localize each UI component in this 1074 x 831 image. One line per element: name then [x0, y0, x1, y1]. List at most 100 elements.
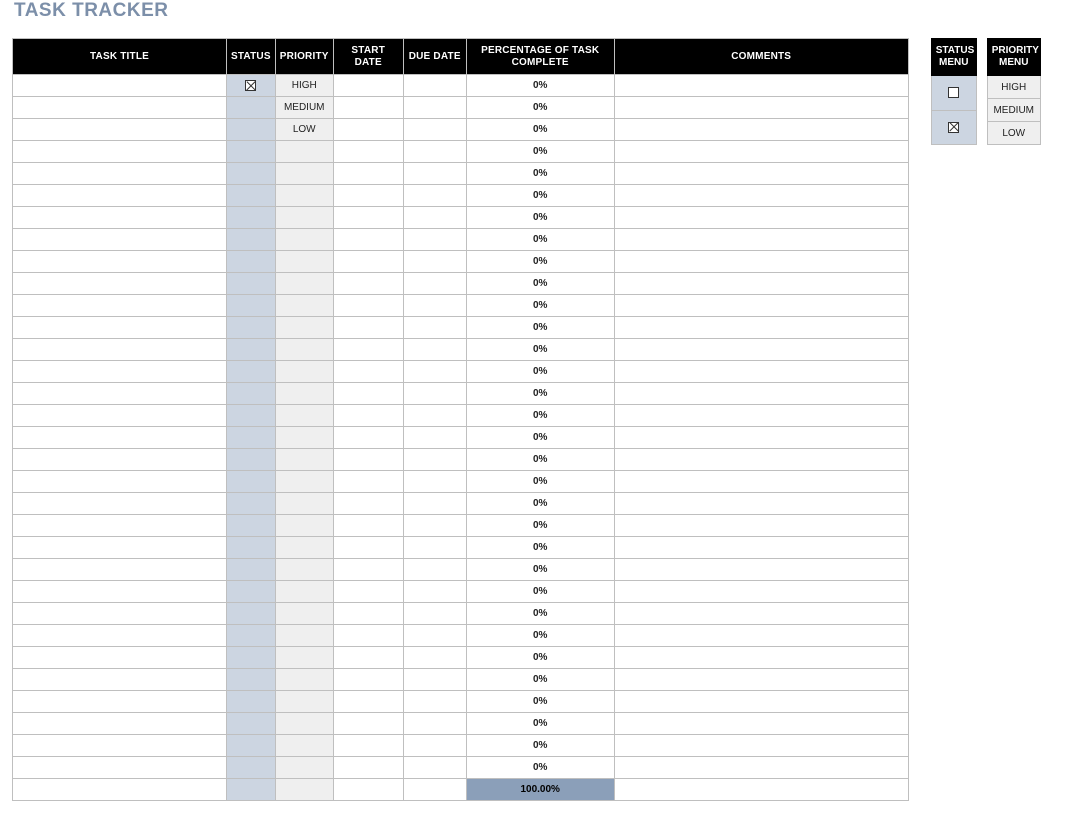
start-date-cell[interactable] [333, 339, 403, 361]
task-title-cell[interactable] [13, 317, 227, 339]
start-date-cell[interactable] [333, 449, 403, 471]
due-date-cell[interactable] [403, 251, 466, 273]
priority-cell[interactable] [275, 691, 333, 713]
priority-cell[interactable] [275, 449, 333, 471]
priority-cell[interactable] [275, 339, 333, 361]
comments-cell[interactable] [614, 735, 908, 757]
pct-complete-cell[interactable]: 0% [466, 207, 614, 229]
comments-cell[interactable] [614, 75, 908, 97]
task-title-cell[interactable] [13, 603, 227, 625]
due-date-cell[interactable] [403, 603, 466, 625]
pct-complete-cell[interactable]: 0% [466, 273, 614, 295]
priority-cell[interactable] [275, 515, 333, 537]
comments-cell[interactable] [614, 339, 908, 361]
task-title-cell[interactable] [13, 405, 227, 427]
task-title-cell[interactable] [13, 559, 227, 581]
status-cell[interactable] [227, 581, 276, 603]
start-date-cell[interactable] [333, 757, 403, 779]
start-date-cell[interactable] [333, 119, 403, 141]
start-date-cell[interactable] [333, 603, 403, 625]
start-date-cell[interactable] [333, 141, 403, 163]
status-cell[interactable] [227, 669, 276, 691]
due-date-cell[interactable] [403, 735, 466, 757]
start-date-cell[interactable] [333, 625, 403, 647]
comments-cell[interactable] [614, 383, 908, 405]
pct-complete-cell[interactable]: 0% [466, 97, 614, 119]
due-date-cell[interactable] [403, 97, 466, 119]
task-title-cell[interactable] [13, 757, 227, 779]
comments-cell[interactable] [614, 669, 908, 691]
task-title-cell[interactable] [13, 295, 227, 317]
status-cell[interactable] [227, 251, 276, 273]
pct-complete-cell[interactable]: 0% [466, 75, 614, 97]
status-cell[interactable] [227, 427, 276, 449]
due-date-cell[interactable] [403, 713, 466, 735]
priority-menu-item[interactable]: HIGH [987, 76, 1040, 99]
start-date-cell[interactable] [333, 207, 403, 229]
status-cell[interactable] [227, 383, 276, 405]
task-title-cell[interactable] [13, 581, 227, 603]
priority-cell[interactable] [275, 581, 333, 603]
task-title-cell[interactable] [13, 691, 227, 713]
start-date-cell[interactable] [333, 383, 403, 405]
status-cell[interactable] [227, 625, 276, 647]
task-title-cell[interactable] [13, 251, 227, 273]
priority-cell[interactable] [275, 361, 333, 383]
start-date-cell[interactable] [333, 581, 403, 603]
comments-cell[interactable] [614, 295, 908, 317]
start-date-cell[interactable] [333, 163, 403, 185]
priority-cell[interactable]: HIGH [275, 75, 333, 97]
start-date-cell[interactable] [333, 75, 403, 97]
comments-cell[interactable] [614, 493, 908, 515]
task-title-cell[interactable] [13, 625, 227, 647]
pct-complete-cell[interactable]: 0% [466, 317, 614, 339]
pct-complete-cell[interactable]: 0% [466, 515, 614, 537]
start-date-cell[interactable] [333, 361, 403, 383]
status-cell[interactable] [227, 559, 276, 581]
due-date-cell[interactable] [403, 229, 466, 251]
start-date-cell[interactable] [333, 427, 403, 449]
comments-cell[interactable] [614, 625, 908, 647]
comments-cell[interactable] [614, 537, 908, 559]
start-date-cell[interactable] [333, 251, 403, 273]
priority-cell[interactable] [275, 383, 333, 405]
pct-complete-cell[interactable]: 0% [466, 713, 614, 735]
pct-complete-cell[interactable]: 0% [466, 493, 614, 515]
task-title-cell[interactable] [13, 273, 227, 295]
task-title-cell[interactable] [13, 493, 227, 515]
priority-cell[interactable]: MEDIUM [275, 97, 333, 119]
due-date-cell[interactable] [403, 317, 466, 339]
due-date-cell[interactable] [403, 339, 466, 361]
pct-complete-cell[interactable]: 0% [466, 757, 614, 779]
comments-cell[interactable] [614, 251, 908, 273]
total-comments-cell[interactable] [614, 779, 908, 801]
comments-cell[interactable] [614, 603, 908, 625]
priority-cell[interactable] [275, 537, 333, 559]
status-cell[interactable] [227, 339, 276, 361]
task-title-cell[interactable] [13, 537, 227, 559]
comments-cell[interactable] [614, 207, 908, 229]
task-title-cell[interactable] [13, 713, 227, 735]
pct-complete-cell[interactable]: 0% [466, 405, 614, 427]
priority-cell[interactable] [275, 163, 333, 185]
status-cell[interactable] [227, 493, 276, 515]
status-cell[interactable] [227, 757, 276, 779]
priority-cell[interactable] [275, 647, 333, 669]
priority-cell[interactable] [275, 295, 333, 317]
start-date-cell[interactable] [333, 405, 403, 427]
task-title-cell[interactable] [13, 471, 227, 493]
status-cell[interactable] [227, 449, 276, 471]
comments-cell[interactable] [614, 361, 908, 383]
priority-cell[interactable] [275, 141, 333, 163]
task-title-cell[interactable] [13, 427, 227, 449]
priority-cell[interactable] [275, 251, 333, 273]
due-date-cell[interactable] [403, 207, 466, 229]
task-title-cell[interactable] [13, 449, 227, 471]
status-cell[interactable] [227, 537, 276, 559]
priority-cell[interactable] [275, 471, 333, 493]
status-cell[interactable] [227, 229, 276, 251]
task-title-cell[interactable] [13, 163, 227, 185]
task-title-cell[interactable] [13, 119, 227, 141]
start-date-cell[interactable] [333, 317, 403, 339]
start-date-cell[interactable] [333, 669, 403, 691]
